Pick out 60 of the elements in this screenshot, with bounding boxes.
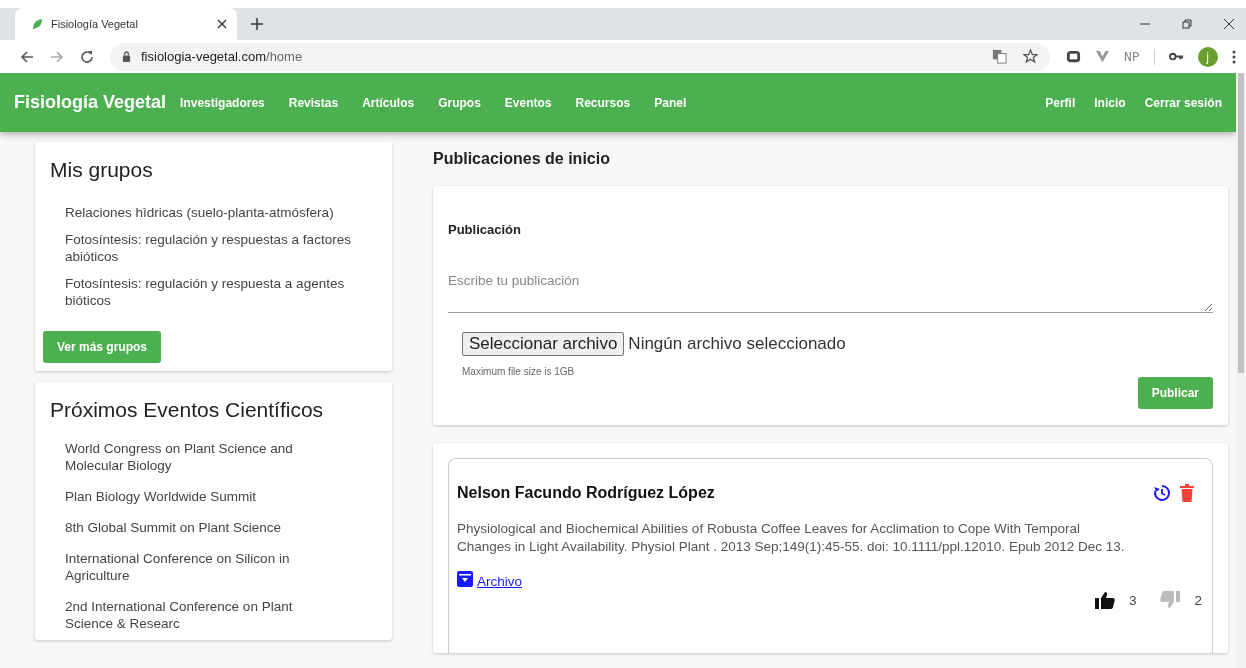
close-icon[interactable] — [1224, 19, 1234, 29]
nav-link[interactable]: Grupos — [438, 95, 481, 110]
nav-link[interactable]: Investigadores — [180, 95, 265, 110]
like-count: 3 — [1128, 592, 1137, 608]
scrollbar-thumb[interactable] — [1238, 73, 1244, 373]
thumbs-down-icon[interactable] — [1160, 591, 1181, 609]
lock-icon — [122, 51, 131, 62]
reload-icon[interactable] — [80, 49, 94, 64]
v-icon[interactable] — [1095, 49, 1110, 64]
browser-tab[interactable]: Fisiología Vegetal — [15, 8, 237, 40]
group-link[interactable]: Relaciones hìdricas (suelo-planta-atmósfera) — [65, 204, 365, 221]
choose-file-button[interactable]: Seleccionar archivo — [462, 332, 625, 356]
event-link[interactable]: International Conference on Silicon in Agriculture — [65, 550, 327, 584]
thumbs-up-icon[interactable] — [1094, 591, 1115, 609]
nav-link[interactable]: Panel — [654, 95, 687, 110]
nav-link[interactable]: Recursos — [575, 95, 631, 110]
plus-icon[interactable] — [251, 18, 263, 30]
back-arrow-icon[interactable] — [20, 49, 34, 64]
close-icon[interactable] — [217, 19, 227, 29]
card-title: Mis grupos — [49, 158, 154, 182]
trash-icon[interactable] — [1180, 484, 1194, 502]
translate-icon[interactable] — [992, 49, 1007, 64]
tab-title: Fisiología Vegetal — [51, 18, 139, 30]
star-icon[interactable] — [1023, 49, 1038, 64]
group-link[interactable]: Fotosíntesis: regulación y respuesta a agentes bióticos — [65, 275, 365, 309]
nav-link[interactable]: Perfil — [1045, 95, 1076, 110]
brand-link[interactable]: Fisiología Vegetal — [14, 92, 167, 113]
nav-link[interactable]: Artículos — [362, 95, 415, 110]
attachment-link[interactable]: Archivo — [457, 571, 522, 589]
field-label: Publicación — [448, 222, 522, 237]
post-text: Physiological and Biochemical Abilities of Robusta Coffee Leaves for Acclimation to Cope With Temporal Changes in Light Availability. Physiol Plant . 2013 Sep;149(1):45-55. doi: 10.1111/ppl.12010. Epub 2012 Dec 13. — [457, 520, 1126, 556]
history-icon[interactable] — [1153, 484, 1171, 502]
archive-icon — [457, 571, 473, 587]
more-groups-button[interactable]: Ver más grupos — [43, 331, 162, 363]
publish-button[interactable]: Publicar — [1137, 377, 1213, 409]
event-link[interactable]: Plan Biology Worldwide Summit — [65, 488, 327, 505]
card-title: Próximos Eventos Científicos — [49, 398, 325, 422]
restore-icon[interactable] — [1182, 19, 1192, 29]
url-text: fisiologia-vegetal.com/home — [141, 49, 303, 64]
nav-link[interactable]: Cerrar sesión — [1144, 95, 1222, 110]
event-link[interactable]: World Congress on Plant Science and Molecular Biology — [65, 440, 327, 474]
group-link[interactable]: Fotosíntesis: regulación y respuestas a factores abióticos — [65, 231, 365, 265]
profile-avatar[interactable]: j — [1197, 46, 1218, 67]
author-name: Nelson Facundo Rodríguez López — [457, 484, 716, 502]
event-link[interactable]: 8th Global Summit on Plant Science — [65, 519, 327, 536]
forward-arrow-icon — [50, 49, 64, 64]
menu-icon[interactable] — [1231, 49, 1236, 64]
file-size-hint: Maximum file size is 1GB — [462, 366, 576, 377]
dislike-count: 2 — [1194, 592, 1202, 608]
leaf-icon — [31, 18, 43, 30]
section-title: Publicaciones de inicio — [433, 150, 611, 168]
post-field[interactable]: Escribe tu publicación — [448, 267, 1213, 313]
address-bar[interactable]: fisiologia-vegetal.com/home — [110, 42, 1050, 71]
extension-button[interactable]: NP — [1124, 49, 1140, 64]
file-status: Ningún archivo seleccionado — [628, 334, 846, 354]
nav-link[interactable]: Revistas — [288, 95, 339, 110]
nav-link[interactable]: Inicio — [1094, 95, 1126, 110]
nav-link[interactable]: Eventos — [504, 95, 552, 110]
event-link[interactable]: 2nd International Conference on Plant Science & Researc — [65, 598, 327, 632]
square-icon[interactable] — [1066, 49, 1081, 64]
